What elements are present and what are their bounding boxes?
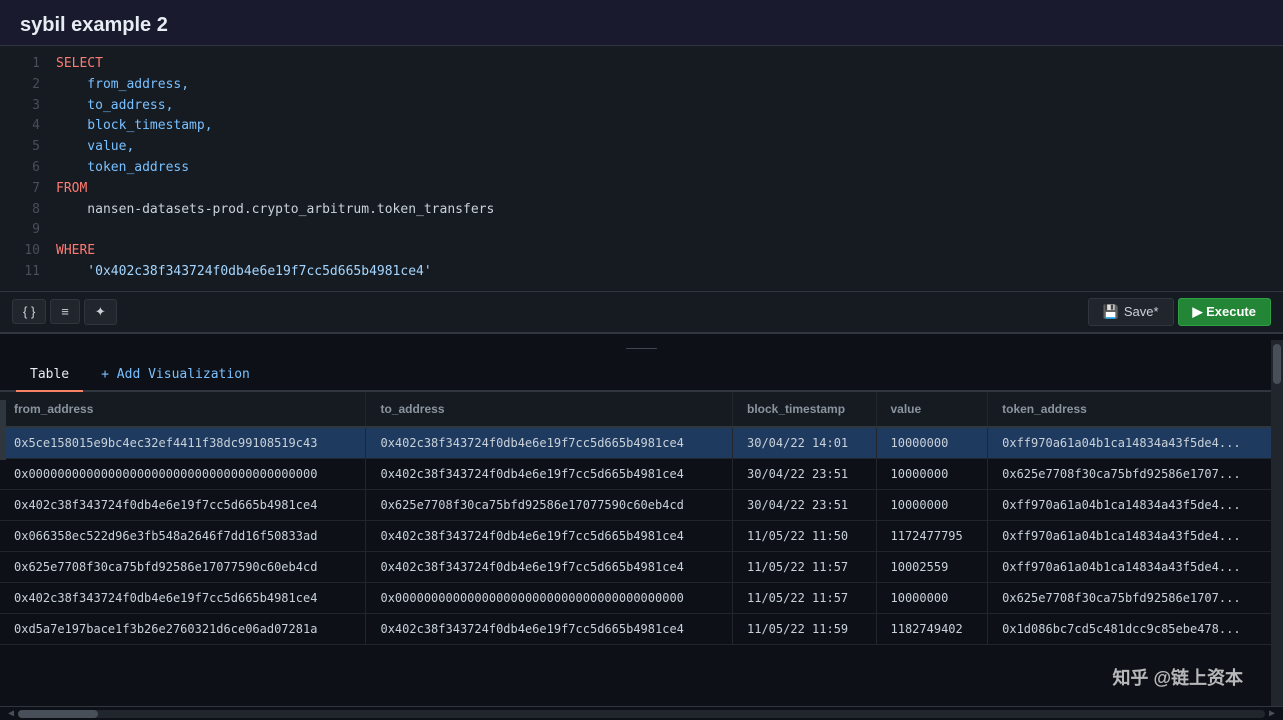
table-row: 0x625e7708f30ca75bfd92586e17077590c60eb4…	[0, 551, 1283, 582]
col-token-address: token_address	[988, 392, 1283, 427]
vertical-scrollbar-thumb[interactable]	[1273, 344, 1281, 384]
cell-from_address-5: 0x402c38f343724f0db4e6e19f7cc5d665b4981c…	[0, 582, 366, 613]
col-to-address: to_address	[366, 392, 733, 427]
cell-from_address-0: 0x5ce158015e9bc4ec32ef4411f38dc99108519c…	[0, 427, 366, 459]
execute-button[interactable]: ▶ Execute	[1178, 298, 1271, 326]
cell-block_timestamp-3: 11/05/22 11:50	[733, 520, 877, 551]
table-row: 0xd5a7e197bace1f3b26e2760321d6ce06ad0728…	[0, 613, 1283, 644]
save-icon: 💾	[1103, 304, 1119, 320]
cell-value-5: 10000000	[876, 582, 988, 613]
scroll-right-arrow[interactable]: ▶	[1265, 708, 1279, 719]
cell-block_timestamp-0: 30/04/22 14:01	[733, 427, 877, 459]
cell-token_address-1: 0x625e7708f30ca75bfd92586e1707...	[988, 458, 1283, 489]
cell-value-4: 10002559	[876, 551, 988, 582]
page-title: sybil example 2	[20, 14, 1263, 37]
cell-block_timestamp-6: 11/05/22 11:59	[733, 613, 877, 644]
code-line-11: 11 '0x402c38f343724f0db4e6e19f7cc5d665b4…	[0, 262, 1283, 283]
scroll-left-arrow[interactable]: ◀	[4, 708, 18, 719]
json-view-button[interactable]: { }	[12, 299, 46, 324]
cell-to_address-1: 0x402c38f343724f0db4e6e19f7cc5d665b4981c…	[366, 458, 733, 489]
cell-block_timestamp-2: 30/04/22 23:51	[733, 489, 877, 520]
cell-token_address-4: 0xff970a61a04b1ca14834a43f5de4...	[988, 551, 1283, 582]
code-line-2: 2 from_address,	[0, 75, 1283, 96]
code-line-1: 1 SELECT	[0, 54, 1283, 75]
cell-value-2: 10000000	[876, 489, 988, 520]
drag-handle[interactable]: ⸻	[0, 334, 1283, 359]
save-button[interactable]: 💾 Save*	[1088, 298, 1174, 326]
add-visualization-button[interactable]: + Add Visualization	[87, 359, 264, 390]
code-line-4: 4 block_timestamp,	[0, 116, 1283, 137]
scrollbar-thumb[interactable]	[18, 710, 98, 718]
cell-to_address-4: 0x402c38f343724f0db4e6e19f7cc5d665b4981c…	[366, 551, 733, 582]
table-header-row: from_address to_address block_timestamp …	[0, 392, 1283, 427]
table-container[interactable]: from_address to_address block_timestamp …	[0, 392, 1283, 706]
results-panel: Table + Add Visualization from_address t…	[0, 359, 1283, 720]
cell-from_address-4: 0x625e7708f30ca75bfd92586e17077590c60eb4…	[0, 551, 366, 582]
table-row: 0x00000000000000000000000000000000000000…	[0, 458, 1283, 489]
tab-table[interactable]: Table	[16, 359, 83, 392]
scrollbar-track[interactable]	[18, 710, 1265, 718]
cell-token_address-0: 0xff970a61a04b1ca14834a43f5de4...	[988, 427, 1283, 459]
code-line-6: 6 token_address	[0, 158, 1283, 179]
col-from-address: from_address	[0, 392, 366, 427]
cell-to_address-0: 0x402c38f343724f0db4e6e19f7cc5d665b4981c…	[366, 427, 733, 459]
cell-from_address-6: 0xd5a7e197bace1f3b26e2760321d6ce06ad0728…	[0, 613, 366, 644]
cell-value-6: 1182749402	[876, 613, 988, 644]
code-line-9: 9	[0, 220, 1283, 241]
cell-token_address-2: 0xff970a61a04b1ca14834a43f5de4...	[988, 489, 1283, 520]
list-view-button[interactable]: ≡	[50, 299, 80, 324]
table-row: 0x5ce158015e9bc4ec32ef4411f38dc99108519c…	[0, 427, 1283, 459]
cell-value-3: 1172477795	[876, 520, 988, 551]
cell-block_timestamp-1: 30/04/22 23:51	[733, 458, 877, 489]
table-row: 0x402c38f343724f0db4e6e19f7cc5d665b4981c…	[0, 489, 1283, 520]
cell-from_address-3: 0x066358ec522d96e3fb548a2646f7dd16f50833…	[0, 520, 366, 551]
code-line-5: 5 value,	[0, 137, 1283, 158]
page-header: sybil example 2	[0, 0, 1283, 46]
cell-from_address-2: 0x402c38f343724f0db4e6e19f7cc5d665b4981c…	[0, 489, 366, 520]
horizontal-scrollbar[interactable]: ◀ ▶	[0, 706, 1283, 720]
code-line-10: 10 WHERE	[0, 241, 1283, 262]
toolbar: { } ≡ ✦ 💾 Save* ▶ Execute	[0, 292, 1283, 334]
cell-from_address-1: 0x00000000000000000000000000000000000000…	[0, 458, 366, 489]
cell-token_address-3: 0xff970a61a04b1ca14834a43f5de4...	[988, 520, 1283, 551]
code-editor[interactable]: 1 SELECT 2 from_address, 3 to_address, 4…	[0, 46, 1283, 292]
cell-block_timestamp-4: 11/05/22 11:57	[733, 551, 877, 582]
cell-to_address-3: 0x402c38f343724f0db4e6e19f7cc5d665b4981c…	[366, 520, 733, 551]
cell-block_timestamp-5: 11/05/22 11:57	[733, 582, 877, 613]
table-row: 0x066358ec522d96e3fb548a2646f7dd16f50833…	[0, 520, 1283, 551]
cell-token_address-6: 0x1d086bc7cd5c481dcc9c85ebe478...	[988, 613, 1283, 644]
col-value: value	[876, 392, 988, 427]
code-line-3: 3 to_address,	[0, 96, 1283, 117]
code-line-7: 7 FROM	[0, 179, 1283, 200]
col-block-timestamp: block_timestamp	[733, 392, 877, 427]
cell-value-0: 10000000	[876, 427, 988, 459]
left-edge-indicator	[0, 400, 6, 460]
code-line-8: 8 nansen-datasets-prod.crypto_arbitrum.t…	[0, 200, 1283, 221]
vertical-scrollbar[interactable]	[1271, 340, 1283, 706]
save-label: Save*	[1124, 304, 1159, 319]
cell-to_address-6: 0x402c38f343724f0db4e6e19f7cc5d665b4981c…	[366, 613, 733, 644]
results-tabs: Table + Add Visualization	[0, 359, 1283, 392]
results-table: from_address to_address block_timestamp …	[0, 392, 1283, 645]
cell-value-1: 10000000	[876, 458, 988, 489]
cell-to_address-5: 0x00000000000000000000000000000000000000…	[366, 582, 733, 613]
star-button[interactable]: ✦	[84, 299, 117, 325]
cell-token_address-5: 0x625e7708f30ca75bfd92586e1707...	[988, 582, 1283, 613]
cell-to_address-2: 0x625e7708f30ca75bfd92586e17077590c60eb4…	[366, 489, 733, 520]
table-row: 0x402c38f343724f0db4e6e19f7cc5d665b4981c…	[0, 582, 1283, 613]
